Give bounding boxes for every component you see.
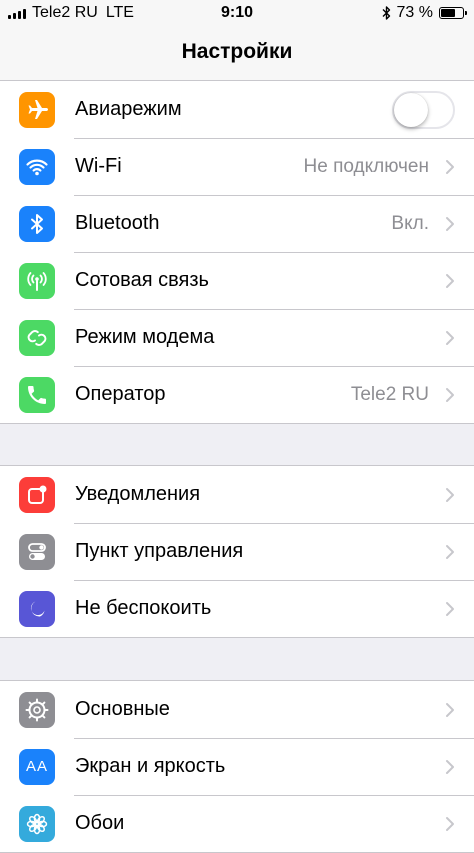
gear-icon: [19, 691, 55, 728]
settings-row-bluetooth[interactable]: Bluetooth Вкл.: [0, 195, 474, 252]
toggle-knob: [394, 92, 428, 127]
settings-row-label: Обои: [75, 812, 125, 834]
settings-row-value: Вкл.: [391, 213, 429, 234]
chevron-right-icon: [446, 759, 454, 774]
battery-percentage: 73 %: [396, 4, 433, 21]
chevron-right-icon: [446, 544, 454, 559]
phone-icon: [19, 376, 55, 413]
settings-row-wifi[interactable]: Wi-Fi Не подключен: [0, 138, 474, 195]
toggles-icon: [19, 533, 55, 570]
moon-icon: [19, 590, 55, 627]
settings-row-label: Wi-Fi: [75, 155, 122, 177]
settings-row-control-center[interactable]: Пункт управления: [0, 523, 474, 580]
chevron-right-icon: [446, 816, 454, 831]
airplane-icon: [19, 91, 55, 128]
settings-row-label: Основные: [75, 698, 170, 720]
settings-group-connectivity: Авиарежим Wi-Fi Не подключен Bluetooth В…: [0, 80, 474, 424]
chain-link-icon: [19, 319, 55, 356]
airplane-mode-toggle[interactable]: [392, 90, 455, 129]
bluetooth-status-icon: [382, 6, 390, 20]
settings-row-wallpaper[interactable]: Обои: [0, 795, 474, 852]
status-bar: Tele2 RU LTE 9:10 73 %: [0, 0, 474, 26]
settings-row-do-not-disturb[interactable]: Не беспокоить: [0, 580, 474, 637]
settings-row-label: Уведомления: [75, 483, 201, 505]
page-title: Настройки: [181, 40, 293, 63]
chevron-right-icon: [446, 159, 454, 174]
settings-group-general: Основные AA Экран и яркость Обои: [0, 680, 474, 853]
settings-group-notifications: Уведомления Пункт управления Не беспокои…: [0, 465, 474, 638]
chevron-right-icon: [446, 273, 454, 288]
text-size-icon-glyph: AA: [25, 758, 48, 775]
settings-row-value: Tele2 RU: [350, 384, 429, 405]
chevron-right-icon: [446, 387, 454, 402]
settings-row-label: Пункт управления: [75, 540, 244, 562]
settings-row-general[interactable]: Основные: [0, 681, 474, 738]
notifications-icon: [19, 476, 55, 513]
battery-icon: [439, 7, 467, 19]
bluetooth-icon: [19, 205, 55, 242]
settings-row-label: Экран и яркость: [75, 755, 226, 777]
settings-row-notifications[interactable]: Уведомления: [0, 466, 474, 523]
settings-row-cellular[interactable]: Сотовая связь: [0, 252, 474, 309]
chevron-right-icon: [446, 702, 454, 717]
settings-row-value: Не подключен: [303, 156, 430, 177]
antenna-icon: [19, 262, 55, 299]
chevron-right-icon: [446, 216, 454, 231]
chevron-right-icon: [446, 330, 454, 345]
settings-row-display-brightness[interactable]: AA Экран и яркость: [0, 738, 474, 795]
chevron-right-icon: [446, 601, 454, 616]
navigation-bar: Настройки: [0, 26, 474, 81]
settings-row-label: Оператор: [75, 383, 166, 405]
status-bar-right: 73 %: [382, 4, 467, 22]
flower-icon: [19, 805, 55, 842]
chevron-right-icon: [446, 487, 454, 502]
settings-row-airplane-mode[interactable]: Авиарежим: [0, 81, 474, 138]
settings-row-label: Bluetooth: [75, 212, 160, 234]
settings-row-label: Авиарежим: [75, 98, 182, 120]
text-size-icon: AA: [19, 748, 55, 785]
settings-row-label: Не беспокоить: [75, 597, 212, 619]
settings-row-label: Режим модема: [75, 326, 215, 348]
settings-row-carrier[interactable]: Оператор Tele2 RU: [0, 366, 474, 423]
wifi-icon: [19, 148, 55, 185]
settings-row-personal-hotspot[interactable]: Режим модема: [0, 309, 474, 366]
settings-row-label: Сотовая связь: [75, 269, 209, 291]
